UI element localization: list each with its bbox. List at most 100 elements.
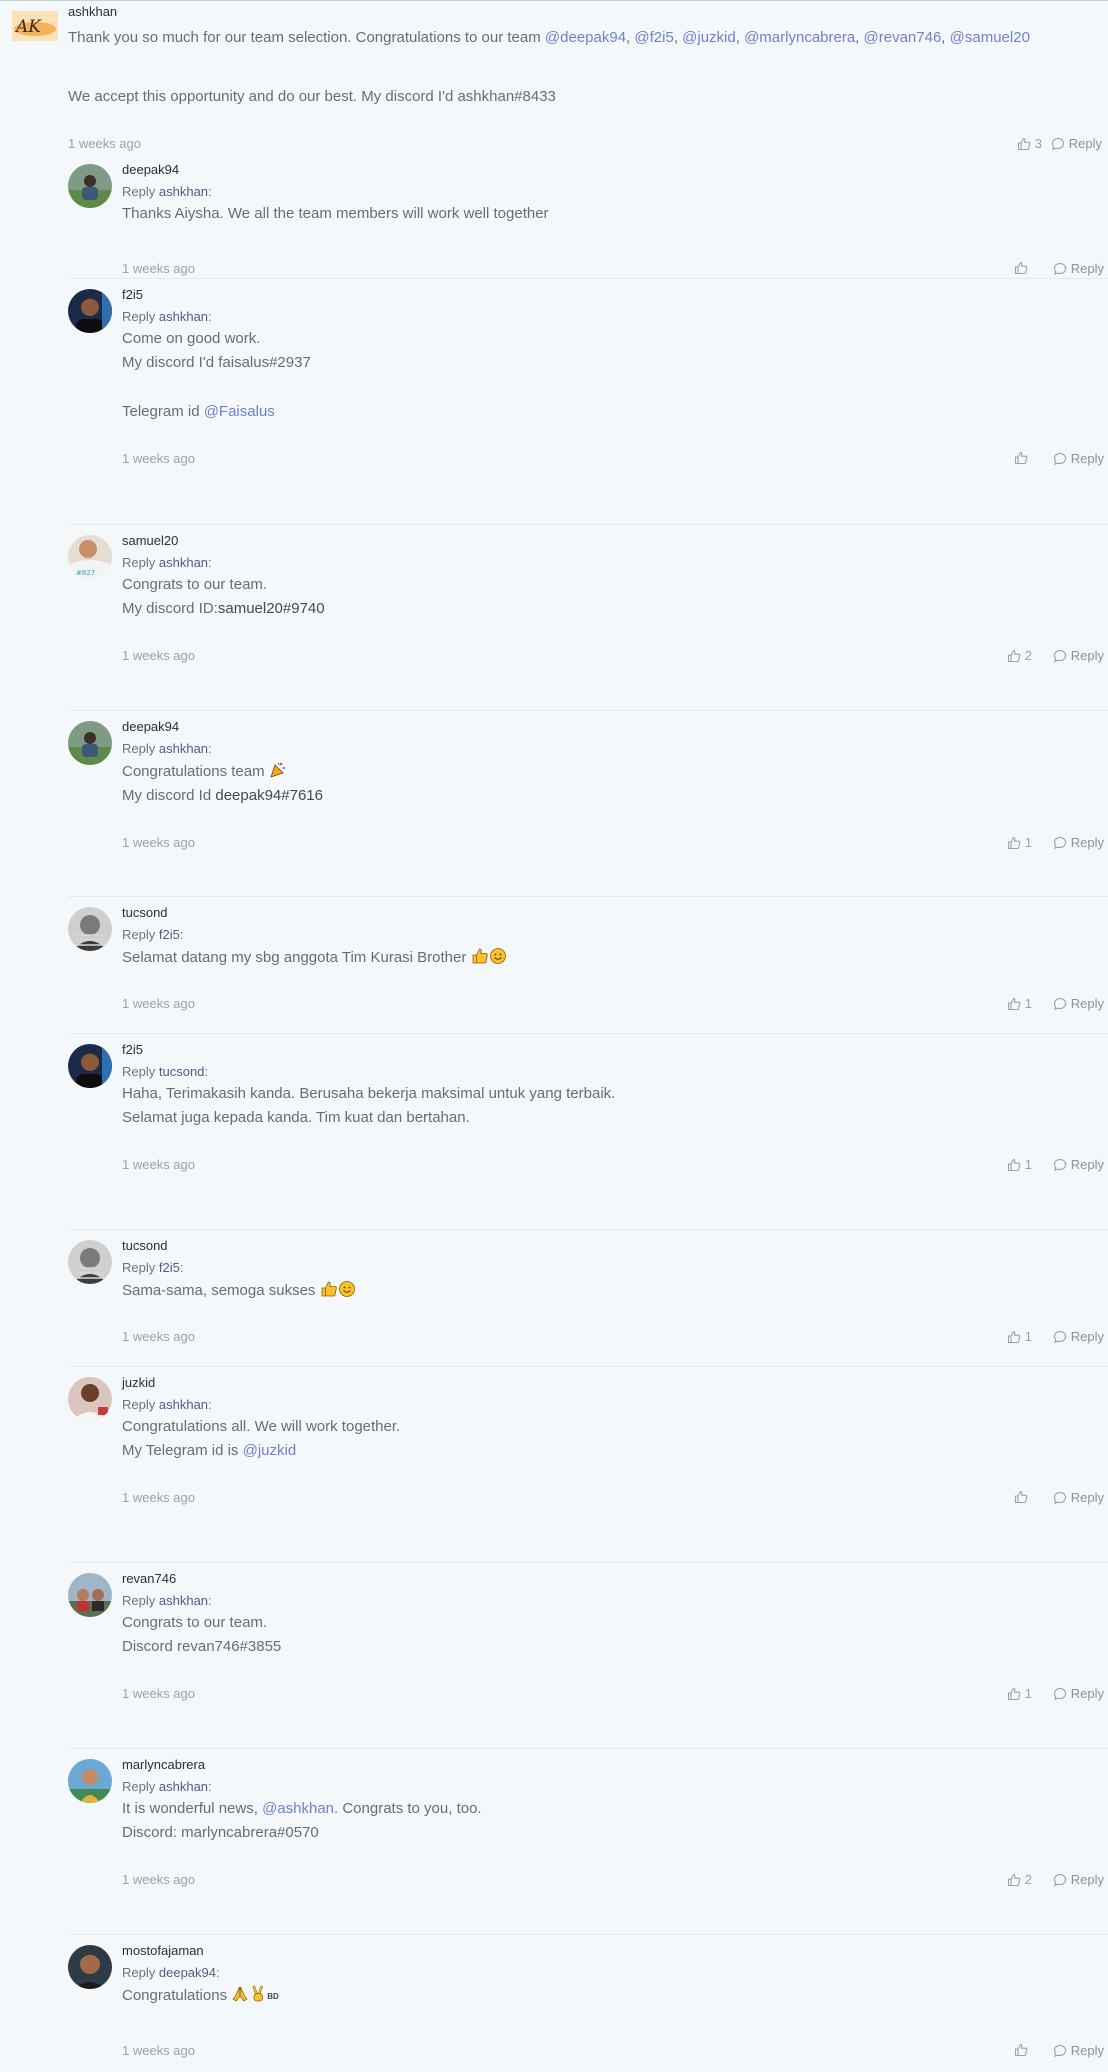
reply-target-link[interactable]: ashkhan (159, 1397, 208, 1412)
reply-button[interactable]: Reply (1053, 451, 1104, 466)
reply-target-link[interactable]: ashkhan (159, 1779, 208, 1794)
mention-link[interactable]: @juzkid (682, 29, 736, 46)
reply-button[interactable]: Reply (1053, 1686, 1104, 1701)
reply-button[interactable]: Reply (1053, 1329, 1104, 1344)
comment-author[interactable]: ashkhan (68, 3, 1108, 20)
like-button[interactable] (1014, 2043, 1032, 2057)
comment-author[interactable]: revan746 (122, 1563, 1108, 1587)
avatar[interactable]: AK (12, 11, 58, 41)
reply-target-link[interactable]: ashkhan (159, 555, 208, 570)
thumbs-up-icon (1007, 1687, 1021, 1701)
chat-bubble-icon (1053, 2044, 1067, 2058)
comment-author[interactable]: samuel20 (122, 525, 1108, 549)
comment-text: We accept this opportunity and do our be… (68, 88, 556, 105)
avatar[interactable] (68, 907, 112, 951)
reply-prefix: Reply (122, 555, 156, 570)
like-button[interactable]: 1 (1007, 835, 1032, 850)
timestamp: 1 weeks ago (68, 136, 141, 151)
comment-author[interactable]: juzkid (122, 1367, 1108, 1391)
reply-target-link[interactable]: ashkhan (159, 1593, 208, 1608)
like-button[interactable] (1014, 451, 1032, 465)
comment-author[interactable]: tucsond (122, 897, 1108, 921)
reply-button[interactable]: Reply (1053, 835, 1104, 850)
reply-button[interactable]: Reply (1053, 1490, 1104, 1505)
reply-to: Reply ashkhan: (122, 309, 212, 324)
comment-text: Telegram id @Faisalus (122, 402, 1108, 422)
reply-target-link[interactable]: ashkhan (159, 741, 208, 756)
like-button[interactable]: 2 (1007, 648, 1032, 663)
avatar[interactable] (68, 1377, 112, 1421)
mention-link[interactable]: @revan746 (864, 29, 942, 46)
thumbs-up-icon (1007, 649, 1021, 663)
like-button[interactable]: 1 (1007, 1686, 1032, 1701)
reply-target-link[interactable]: deepak94 (159, 1965, 216, 1980)
reply-to: Reply ashkhan: (122, 184, 212, 199)
avatar[interactable] (68, 1945, 112, 1989)
like-button[interactable]: 1 (1007, 996, 1032, 1011)
avatar[interactable] (68, 721, 112, 765)
reply-button[interactable]: Reply (1053, 1157, 1104, 1172)
reply-target-link[interactable]: ashkhan (159, 309, 208, 324)
like-button[interactable]: 2 (1007, 1872, 1032, 1887)
avatar[interactable] (68, 1240, 112, 1284)
chat-bubble-icon (1053, 1873, 1067, 1887)
comment-text-part: It is wonderful news, (122, 1800, 263, 1817)
avatar[interactable] (68, 1044, 112, 1088)
reply-to: Reply ashkhan: (122, 741, 212, 756)
mention-link[interactable]: @juzkid (243, 1442, 297, 1459)
reply-comment: tucsond Reply f2i5: Selamat datang my sb… (68, 897, 1108, 1034)
reply-button[interactable]: Reply (1053, 996, 1104, 1011)
thumbs-up-icon (1014, 2043, 1028, 2057)
reply-target-link[interactable]: ashkhan (159, 184, 208, 199)
thumbs-up-icon (1017, 137, 1031, 151)
mention-link[interactable]: @f2i5 (634, 29, 673, 46)
reply-to: Reply deepak94: (122, 1965, 220, 1980)
thumbs-up-icon (1007, 1873, 1021, 1887)
like-button[interactable]: 1 (1007, 1329, 1032, 1344)
comment-author[interactable]: marlyncabrera (122, 1749, 1108, 1773)
comment-text: Sama-sama, semoga sukses (122, 1280, 1108, 1301)
like-button[interactable] (1014, 1490, 1032, 1504)
mention-link[interactable]: @Faisalus (204, 403, 275, 420)
reply-target-link[interactable]: tucsond (159, 1064, 205, 1079)
like-button[interactable]: 3 (1017, 136, 1042, 151)
avatar[interactable] (68, 289, 112, 333)
like-button[interactable]: 1 (1007, 1157, 1032, 1172)
mention-link[interactable]: @deepak94 (545, 29, 626, 46)
reply-label: Reply (1070, 261, 1104, 276)
reply-target-link[interactable]: f2i5 (159, 1260, 180, 1275)
reply-to: Reply ashkhan: (122, 1779, 212, 1794)
mention-link[interactable]: @samuel20 (950, 29, 1030, 46)
reply-button[interactable]: Reply (1051, 136, 1102, 151)
comment-author[interactable]: tucsond (122, 1230, 1108, 1254)
comment-meta: 1 weeks ago Reply (122, 1486, 1108, 1508)
reply-button[interactable]: Reply (1053, 2043, 1104, 2058)
reply-button[interactable]: Reply (1053, 261, 1104, 276)
comment-text-part: Congratulations team (122, 763, 269, 780)
comment-author[interactable]: deepak94 (122, 711, 1108, 735)
reply-label: Reply (1068, 136, 1102, 151)
comment-text: Congratulations team (122, 761, 1108, 782)
comment-meta: 1 weeks ago 1 Reply (122, 992, 1108, 1014)
comment-author[interactable]: mostofajaman (122, 1935, 1108, 1959)
avatar[interactable] (68, 1759, 112, 1803)
comment-author[interactable]: f2i5 (122, 1034, 1108, 1058)
avatar[interactable] (68, 164, 112, 208)
reply-label: Reply (1070, 1686, 1104, 1701)
reply-prefix: Reply (122, 1779, 156, 1794)
reply-prefix: Reply (122, 309, 156, 324)
reply-label: Reply (1070, 648, 1104, 663)
reply-button[interactable]: Reply (1053, 1872, 1104, 1887)
mention-link[interactable]: @marlyncabrera (744, 29, 855, 46)
comment-text-part: Thank you so much for our team selection… (68, 29, 545, 46)
avatar[interactable]: #827 (68, 535, 112, 579)
comment-author[interactable]: f2i5 (122, 279, 1108, 303)
comment-author[interactable]: deepak94 (122, 154, 1108, 178)
avatar[interactable] (68, 1573, 112, 1617)
like-button[interactable] (1014, 261, 1032, 275)
reply-button[interactable]: Reply (1053, 648, 1104, 663)
reply-target-link[interactable]: f2i5 (159, 927, 180, 942)
mention-link[interactable]: @ashkhan (262, 1800, 334, 1817)
comment-thread: AK ashkhan Thank you so much for our tea… (0, 3, 1108, 2065)
comment-text-part: Selamat datang my sbg anggota Tim Kurasi… (122, 949, 471, 966)
